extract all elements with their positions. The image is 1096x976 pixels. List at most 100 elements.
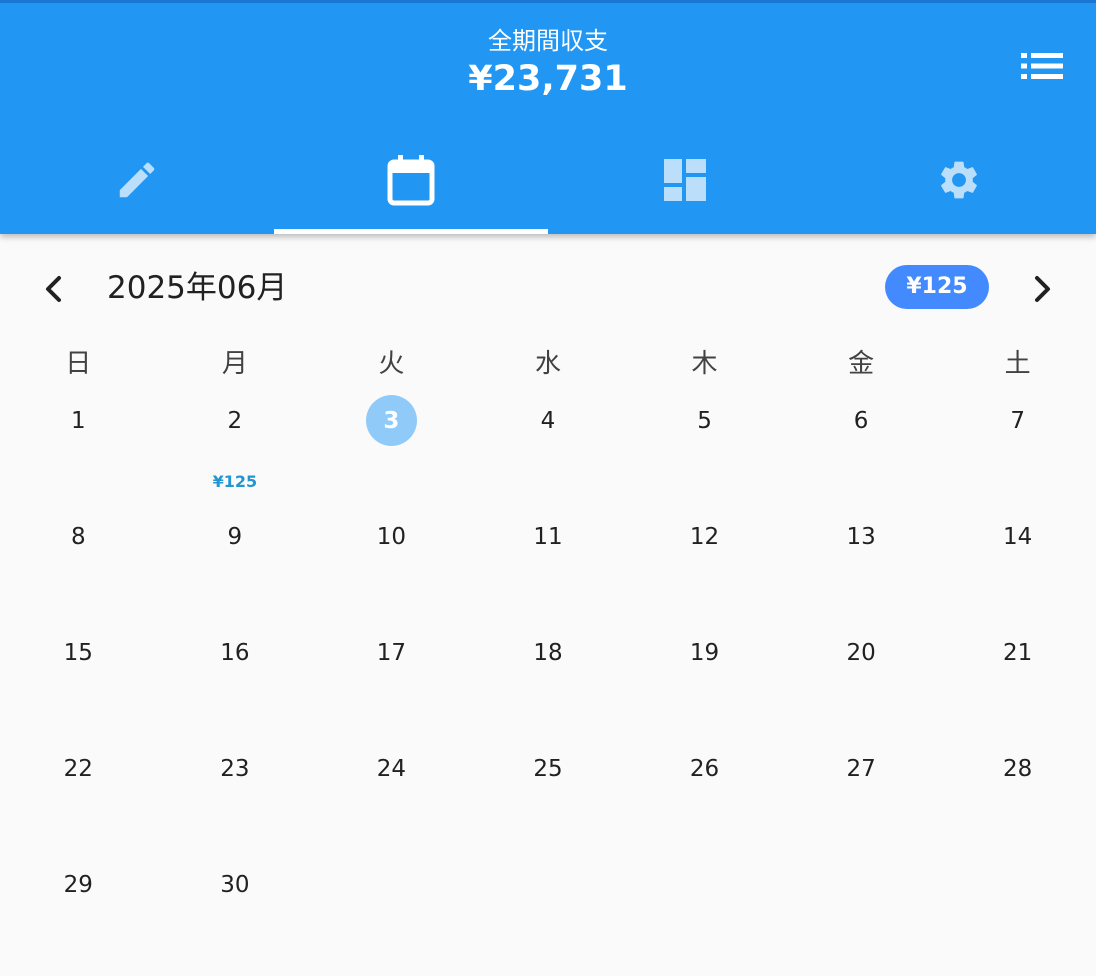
calendar-day-cell[interactable]: 26 (626, 740, 783, 856)
day-number: 11 (533, 524, 563, 550)
weekday-label: 日 (65, 349, 92, 379)
calendar-week-row: 8 9 10 11 12 13 14 (0, 508, 1096, 624)
day-number: 16 (220, 640, 250, 666)
day-number: 7 (1010, 408, 1025, 434)
calendar-day-cell[interactable]: 13 (783, 508, 940, 624)
dashboard-icon (664, 159, 706, 201)
calendar-day-cell[interactable]: 2 ¥125 (157, 392, 314, 508)
calendar-day-cell[interactable]: 16 (157, 624, 314, 740)
day-number: 28 (1003, 756, 1033, 782)
month-total-badge: ¥125 (885, 265, 989, 309)
weekday-label: 水 (534, 349, 561, 379)
calendar-day-cell[interactable]: 25 (470, 740, 627, 856)
calendar-week-row: 29 30 (0, 856, 1096, 972)
day-number: 3 (383, 408, 400, 434)
calendar-day-cell[interactable]: 11 (470, 508, 627, 624)
calendar-day-cell[interactable]: 7 (939, 392, 1096, 508)
weekday-label: 木 (691, 349, 718, 379)
calendar-day-cell[interactable]: 29 (0, 856, 157, 972)
day-number: 21 (1003, 640, 1033, 666)
calendar-day-cell[interactable]: 14 (939, 508, 1096, 624)
day-number: 4 (540, 408, 556, 434)
weekday-label: 月 (221, 349, 248, 379)
day-number: 30 (220, 872, 250, 898)
calendar-day-cell[interactable]: 20 (783, 624, 940, 740)
day-number: 29 (63, 872, 93, 898)
gear-icon (941, 161, 977, 199)
calendar-empty-cell (939, 856, 1096, 972)
tab-settings[interactable] (822, 126, 1096, 234)
month-header: 2025年06月 ¥125 (0, 258, 1096, 318)
tab-dashboard[interactable] (548, 126, 822, 234)
day-number: 13 (846, 524, 876, 550)
header-total: ¥23,731 (468, 59, 628, 99)
day-number: 2 (227, 408, 243, 434)
day-amount: ¥125 (212, 472, 258, 491)
previous-month-button[interactable] (30, 266, 76, 312)
weekday-label: 土 (1004, 349, 1031, 379)
chevron-right-icon (1035, 276, 1050, 302)
day-number: 23 (220, 756, 250, 782)
status-line (0, 0, 1096, 3)
calendar-day-cell[interactable]: 23 (157, 740, 314, 856)
calendar-empty-cell (470, 856, 627, 972)
day-number: 10 (376, 524, 407, 550)
day-number: 15 (63, 640, 93, 666)
day-number: 17 (376, 640, 407, 666)
calendar-day-cell[interactable]: 5 (626, 392, 783, 508)
calendar-day-cell[interactable]: 4 (470, 392, 627, 508)
calendar-day-cell[interactable]: 30 (157, 856, 314, 972)
next-month-button[interactable] (1020, 266, 1066, 312)
calendar-icon (387, 155, 435, 206)
calendar-day-cell[interactable]: 10 (313, 508, 470, 624)
app-root: 全期間収支 ¥23,731 2025年06月 ¥125 日 月 火 水 木 金 … (0, 0, 1096, 976)
calendar-day-cell[interactable]: 28 (939, 740, 1096, 856)
day-number: 9 (227, 524, 243, 550)
list-icon (1021, 53, 1063, 79)
day-number: 12 (689, 524, 720, 550)
calendar-day-cell[interactable]: 6 (783, 392, 940, 508)
header-title: 全期間収支 (488, 27, 608, 55)
calendar-day-cell[interactable]: 12 (626, 508, 783, 624)
day-number: 14 (1003, 524, 1033, 550)
calendar-empty-cell (783, 856, 940, 972)
tab-bar (0, 126, 1096, 234)
calendar-empty-cell (626, 856, 783, 972)
calendar-day-cell[interactable]: 1 (0, 392, 157, 508)
calendar-day-cell[interactable]: 3 (313, 392, 470, 508)
day-number: 25 (533, 756, 563, 782)
weekday-label: 金 (848, 349, 875, 379)
day-number: 26 (689, 756, 720, 782)
calendar-day-cell[interactable]: 9 (157, 508, 314, 624)
day-number: 19 (689, 640, 720, 666)
day-number: 20 (846, 640, 876, 666)
tab-calendar[interactable] (274, 126, 548, 234)
calendar-empty-cell (313, 856, 470, 972)
tab-indicator (274, 229, 548, 234)
chevron-left-icon (46, 276, 61, 302)
calendar-day-cell[interactable]: 21 (939, 624, 1096, 740)
calendar-grid: 1 2 ¥125 3 4 5 6 7 8 9 10 11 12 13 14 15 16 17 18 19 20 21 22 2… (0, 392, 1096, 972)
calendar-day-cell[interactable]: 27 (783, 740, 940, 856)
calendar-week-row: 1 2 ¥125 3 4 5 6 7 (0, 392, 1096, 508)
calendar-day-cell[interactable]: 18 (470, 624, 627, 740)
list-button[interactable] (1016, 44, 1068, 88)
day-number: 1 (70, 408, 86, 434)
calendar-day-cell[interactable]: 17 (313, 624, 470, 740)
calendar-day-cell[interactable]: 22 (0, 740, 157, 856)
weekday-header: 日 月 火 水 木 金 土 (0, 342, 1096, 386)
day-number: 8 (70, 524, 86, 550)
day-number: 18 (533, 640, 563, 666)
day-number: 27 (846, 756, 876, 782)
tab-input[interactable] (0, 126, 274, 234)
day-number: 6 (853, 408, 869, 434)
calendar-week-row: 15 16 17 18 19 20 21 (0, 624, 1096, 740)
calendar-week-row: 22 23 24 25 26 27 28 (0, 740, 1096, 856)
calendar-day-cell[interactable]: 15 (0, 624, 157, 740)
weekday-label: 火 (378, 349, 405, 379)
calendar-day-cell[interactable]: 8 (0, 508, 157, 624)
day-number: 22 (63, 756, 93, 782)
calendar-day-cell[interactable]: 19 (626, 624, 783, 740)
calendar-day-cell[interactable]: 24 (313, 740, 470, 856)
day-number: 5 (697, 408, 712, 434)
